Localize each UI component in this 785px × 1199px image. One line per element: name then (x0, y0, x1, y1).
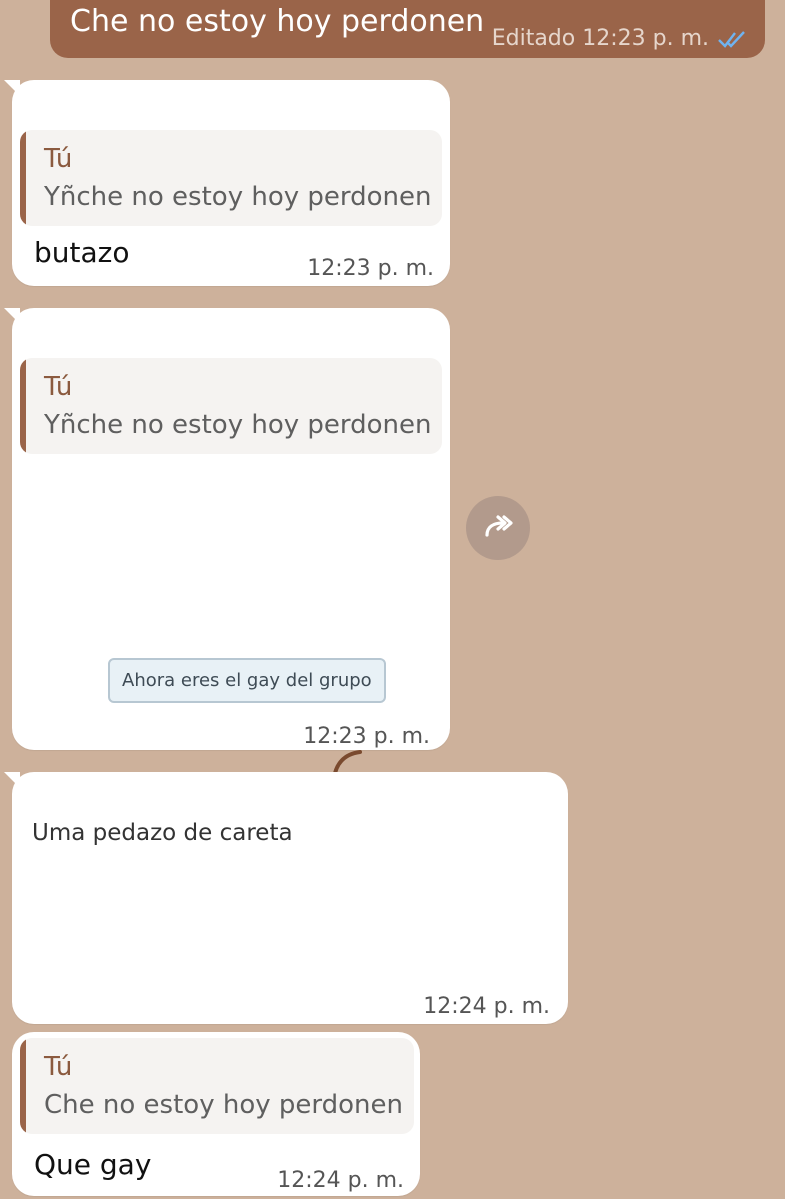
incoming-message[interactable]: Uma pedazo de careta 12:24 p. m. (4, 772, 568, 1024)
reply-quote[interactable]: Tú Yñche no estoy hoy perdonen (20, 358, 442, 454)
reply-quote-author: Tú (44, 372, 73, 402)
outgoing-message-text: Che no estoy hoy perdonen (70, 4, 485, 39)
reply-quote-text: Yñche no estoy hoy perdonen (44, 410, 432, 440)
outgoing-message-edited-time: Editado 12:23 p. m. (491, 26, 709, 51)
outgoing-message-meta: Editado 12:23 p. m. (492, 26, 747, 51)
reply-quote-author: Tú (44, 1052, 73, 1082)
reply-quote[interactable]: Tú Che no estoy hoy perdonen (20, 1038, 414, 1134)
forward-button[interactable] (466, 496, 530, 560)
message-text: Uma pedazo de careta (32, 820, 293, 846)
chat-area: Che no estoy hoy perdonen Editado 12:23 … (0, 0, 785, 1199)
incoming-message[interactable]: Tú Che no estoy hoy perdonen Que gay 12:… (12, 1032, 420, 1196)
forward-icon (485, 515, 513, 537)
sticker-image[interactable]: Ahora eres el gay del grupo (108, 658, 386, 703)
reply-quote[interactable]: Tú Yñche no estoy hoy perdonen (20, 130, 442, 226)
message-time: 12:24 p. m. (423, 994, 550, 1019)
incoming-message[interactable]: Tú Yñche no estoy hoy perdonen butazo 12… (4, 80, 450, 286)
double-check-icon (718, 30, 745, 48)
outgoing-message[interactable]: Che no estoy hoy perdonen Editado 12:23 … (50, 0, 765, 58)
message-time: 12:24 p. m. (277, 1168, 404, 1193)
bubble-tail (4, 308, 20, 324)
reply-quote-bar (20, 130, 26, 226)
message-text: Que gay (34, 1148, 152, 1181)
incoming-message[interactable]: Tú Yñche no estoy hoy perdonen Ahora ere… (4, 308, 450, 750)
reply-quote-text: Che no estoy hoy perdonen (44, 1090, 403, 1120)
message-time: 12:23 p. m. (303, 724, 430, 749)
message-time: 12:23 p. m. (307, 256, 434, 281)
reply-quote-author: Tú (44, 144, 73, 174)
reply-quote-bar (20, 358, 26, 454)
bubble-tail (4, 772, 20, 788)
reply-quote-text: Yñche no estoy hoy perdonen (44, 182, 432, 212)
message-text: butazo (34, 236, 130, 269)
bubble-tail (4, 80, 20, 96)
reply-quote-bar (20, 1038, 26, 1134)
